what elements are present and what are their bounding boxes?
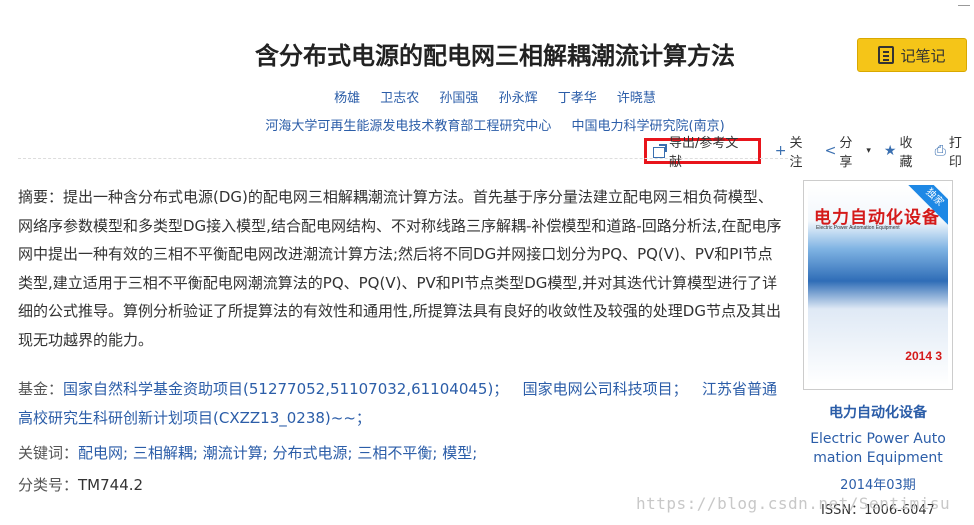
notebook-icon xyxy=(878,46,895,64)
follow-button[interactable]: + 关注 xyxy=(775,132,815,170)
classification-value: TM744.2 xyxy=(78,476,144,494)
author-link[interactable]: 孙国强 xyxy=(439,91,478,106)
divider xyxy=(18,158,798,159)
article-toolbar: 导出/参考文献 + 关注 < 分享 ▾ ★ 收藏 ⎙ 打印 xyxy=(644,136,974,170)
keyword-link[interactable]: 三相解耦; xyxy=(133,444,198,462)
page-title: 含分布式电源的配电网三相解耦潮流计算方法 xyxy=(255,42,735,70)
export-label: 导出/参考文献 xyxy=(669,136,739,170)
fund-row: 基金：国家自然科学基金资助项目(51277052,51107032,611040… xyxy=(18,375,782,432)
keywords-label: 关键词： xyxy=(18,444,79,462)
share-label: 分享 xyxy=(839,136,853,170)
keyword-link[interactable]: 分布式电源; xyxy=(273,444,353,462)
watermark: https://blog.csdn.net/Sentimisu xyxy=(636,494,951,513)
share-button[interactable]: < 分享 ▾ xyxy=(825,132,874,170)
keyword-link[interactable]: 配电网; xyxy=(78,444,128,462)
keyword-link[interactable]: 三相不平衡; xyxy=(357,444,437,462)
chevron-down-icon: ▾ xyxy=(866,146,871,156)
printer-icon: ⎙ xyxy=(934,143,946,159)
classification-label: 分类号： xyxy=(18,476,79,494)
export-citation-button[interactable]: 导出/参考文献 xyxy=(644,136,761,170)
top-right-divider xyxy=(958,0,970,6)
affiliation-link[interactable]: 河海大学可再生能源发电技术教育部工程研究中心 xyxy=(265,119,551,134)
take-notes-label: 记笔记 xyxy=(900,46,946,65)
keywords-row: 关键词：配电网; 三相解耦; 潮流计算; 分布式电源; 三相不平衡; 模型; xyxy=(18,439,782,468)
journal-name-cn[interactable]: 电力自动化设备 xyxy=(800,402,956,422)
author-link[interactable]: 杨雄 xyxy=(334,91,360,106)
star-icon: ★ xyxy=(883,143,897,159)
abstract-text: 提出一种含分布式电源(DG)的配电网三相解耦潮流计算方法。首先基于序分量法建立配… xyxy=(18,188,782,349)
follow-label: 关注 xyxy=(789,136,803,170)
abstract-label: 摘要： xyxy=(18,188,64,206)
collect-button[interactable]: ★ 收藏 xyxy=(884,132,925,170)
keyword-link[interactable]: 潮流计算; xyxy=(203,444,268,462)
cover-image: 电力自动化设备 Electric Power Automation Equipm… xyxy=(808,185,948,385)
plus-icon: + xyxy=(774,143,787,159)
abstract: 摘要：提出一种含分布式电源(DG)的配电网三相解耦潮流计算方法。首先基于序分量法… xyxy=(18,183,782,354)
fund-link[interactable]: 国家自然科学基金资助项目(51277052,51107032,61104045)… xyxy=(63,380,508,398)
share-icon: < xyxy=(824,143,837,159)
export-icon xyxy=(653,144,667,158)
author-link[interactable]: 孙永辉 xyxy=(499,91,538,106)
print-button[interactable]: ⎙ 打印 xyxy=(935,132,974,170)
journal-name-en-1[interactable]: Electric Power Auto xyxy=(800,430,956,449)
fund-label: 基金： xyxy=(18,380,64,398)
journal-name-en-2[interactable]: mation Equipment xyxy=(800,449,956,468)
journal-cover[interactable]: 电力自动化设备 Electric Power Automation Equipm… xyxy=(803,180,953,390)
author-link[interactable]: 卫志农 xyxy=(380,91,419,106)
author-link[interactable]: 许晓慧 xyxy=(617,91,656,106)
cover-year: 2014 3 xyxy=(905,349,942,363)
collect-label: 收藏 xyxy=(899,136,913,170)
journal-issue[interactable]: 2014年03期 xyxy=(800,474,956,493)
keyword-link[interactable]: 模型; xyxy=(442,444,477,462)
print-label: 打印 xyxy=(948,136,962,170)
fund-link[interactable]: 国家电网公司科技项目； xyxy=(523,380,688,398)
take-notes-button[interactable]: 记笔记 xyxy=(857,38,967,72)
cover-subtitle: Electric Power Automation Equipment xyxy=(816,225,900,231)
author-link[interactable]: 丁孝华 xyxy=(558,91,597,106)
author-list: 杨雄 卫志农 孙国强 孙永辉 丁孝华 许晓慧 xyxy=(0,87,974,106)
